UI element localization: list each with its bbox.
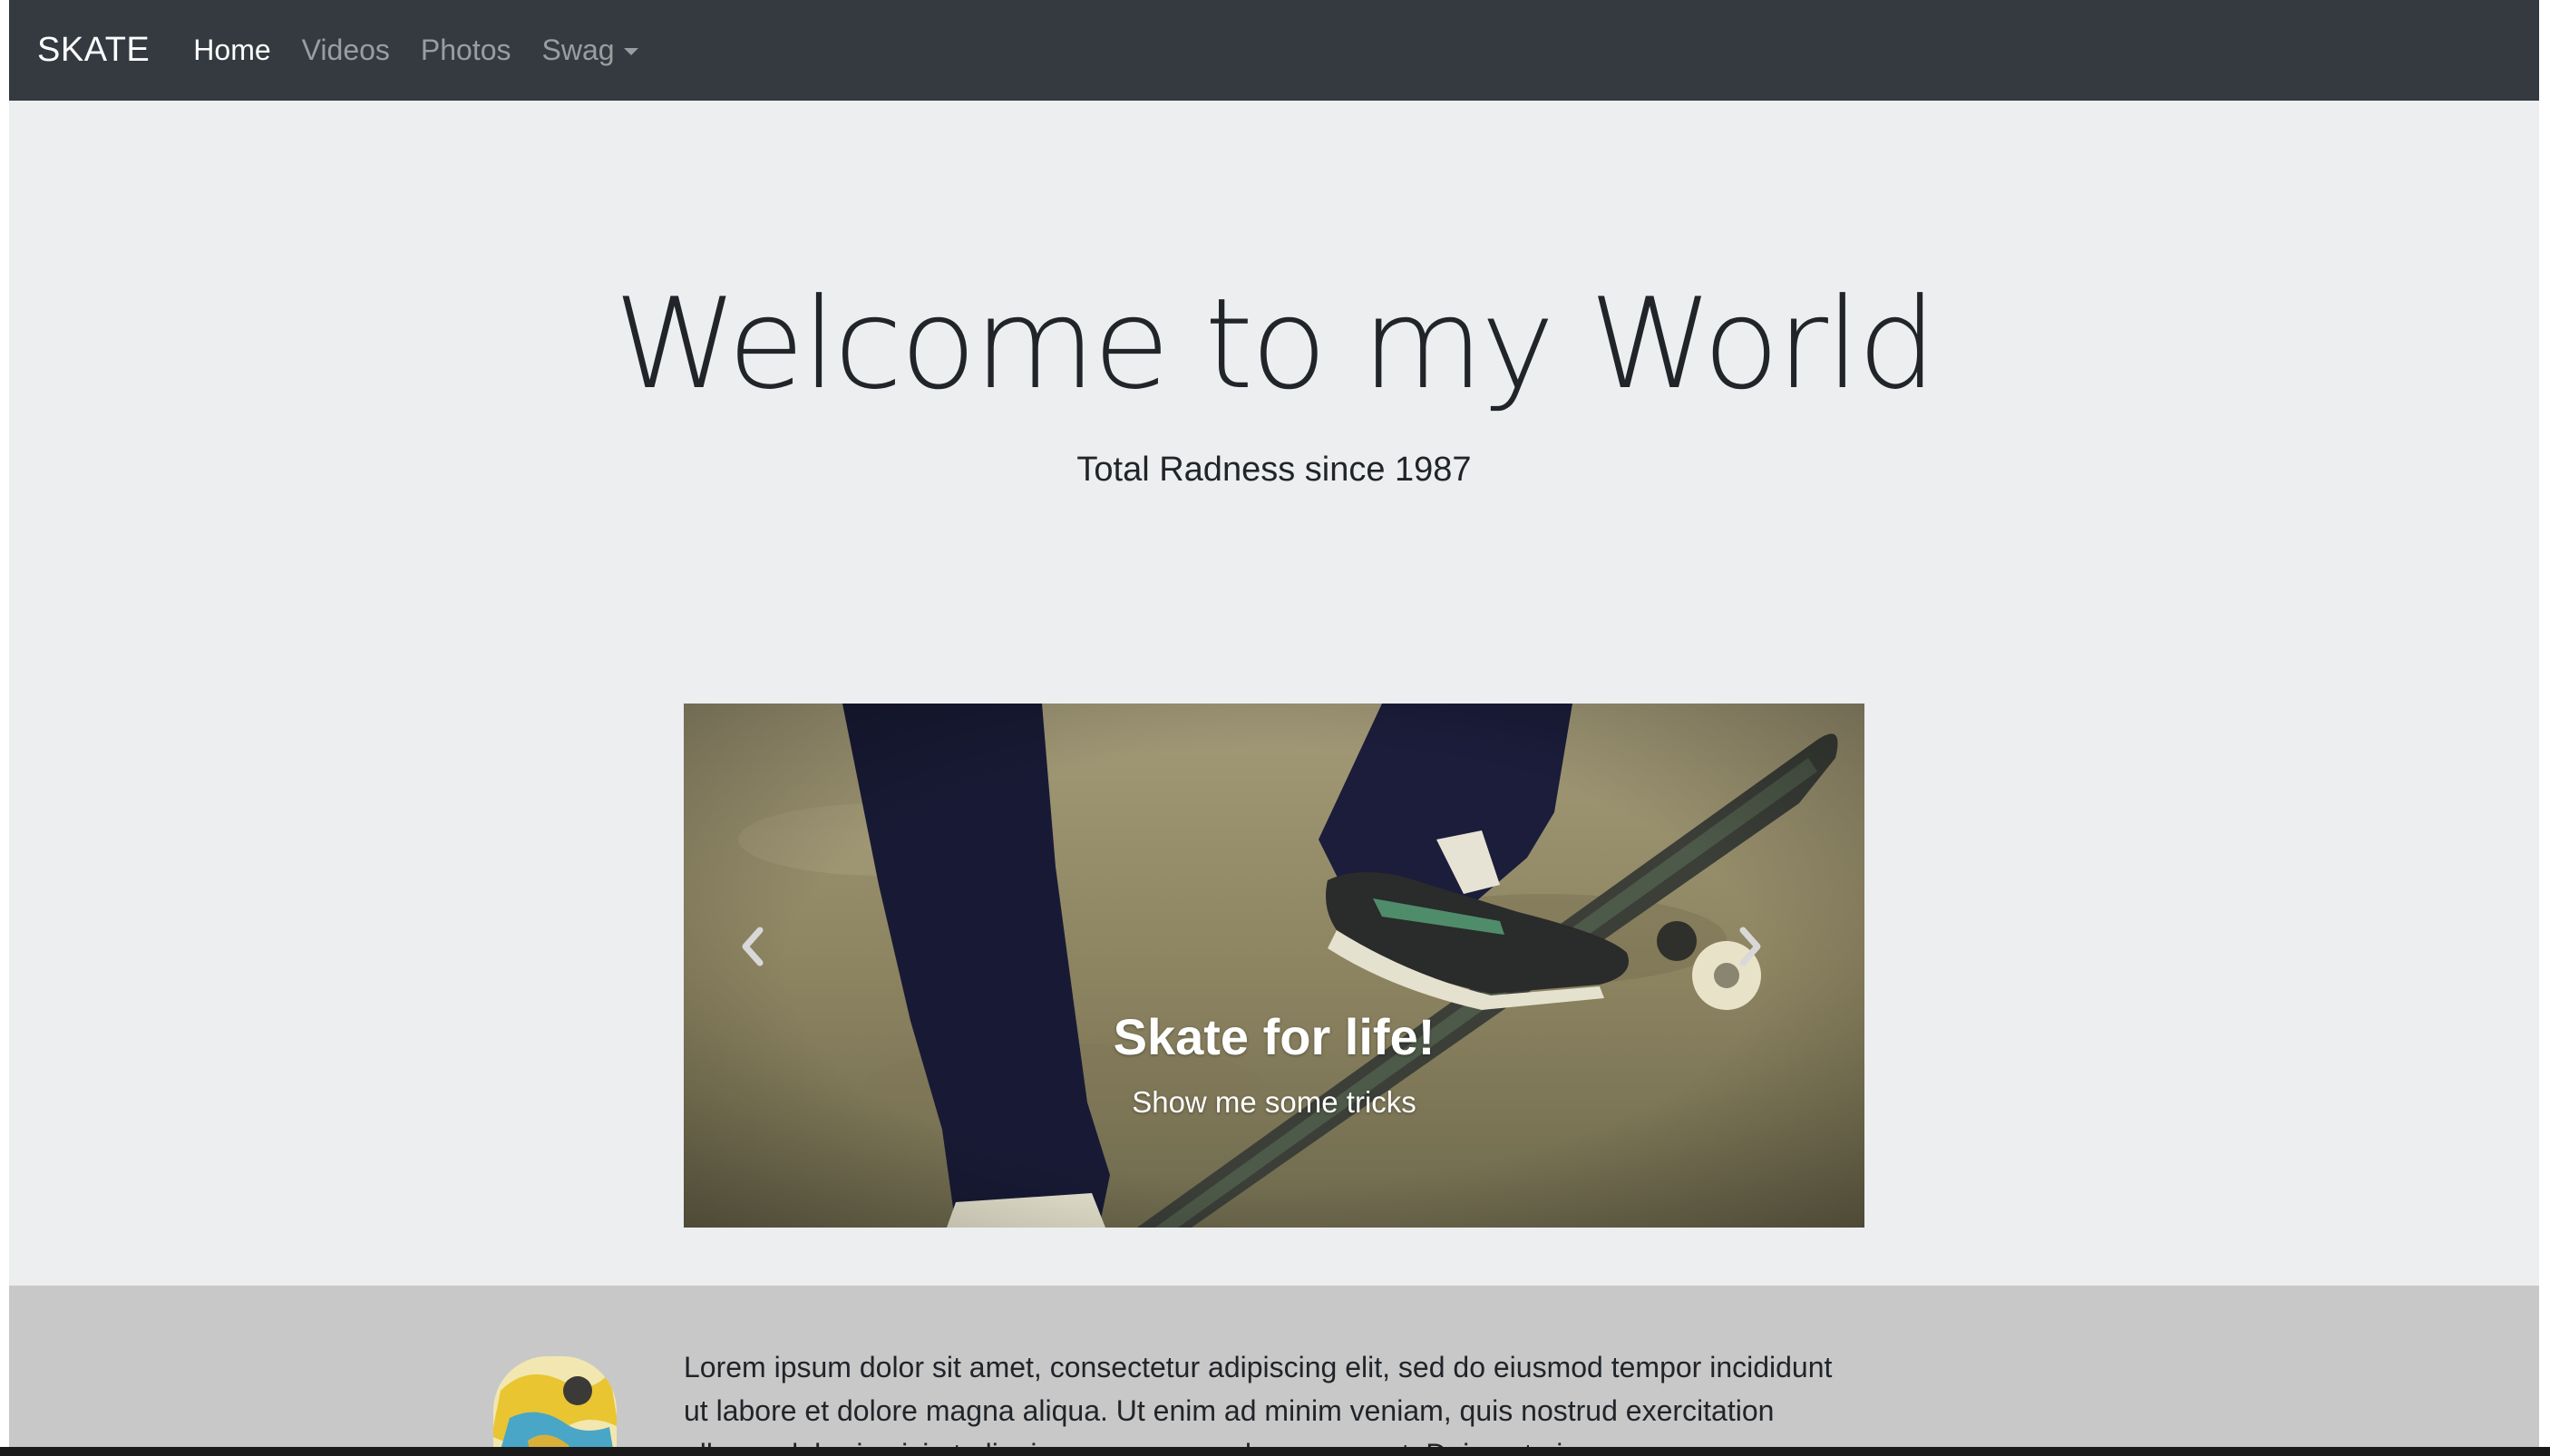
carousel[interactable]: Skate for life! Show me some tricks	[684, 704, 1864, 1228]
navbar-brand[interactable]: SKATE	[37, 31, 150, 70]
nav-item-label: Home	[193, 34, 271, 66]
nav-item-label: Swag	[541, 34, 615, 66]
bottom-strip	[0, 1447, 2550, 1456]
carousel-caption-text: Show me some tricks	[1132, 1085, 1416, 1119]
nav-item-label: Videos	[301, 34, 390, 66]
nav-item-photos[interactable]: Photos	[421, 34, 511, 67]
carousel-prev-button[interactable]	[738, 927, 811, 999]
feature-paragraph: Lorem ipsum dolor sit amet, consectetur …	[684, 1351, 1833, 1456]
page: SKATE Home Videos Photos Swag Welcome to…	[9, 0, 2539, 1456]
caret-down-icon	[623, 47, 638, 55]
page-title: Welcome to my World	[614, 271, 1937, 417]
page-subtitle: Total Radness since 1987	[1076, 451, 1472, 489]
nav-item-videos[interactable]: Videos	[302, 34, 390, 67]
carousel-caption-title: Skate for life!	[1113, 1008, 1436, 1065]
nav-item-swag-dropdown[interactable]: Swag	[542, 34, 638, 67]
skateboard-thumbnail	[493, 1356, 617, 1456]
chevron-right-icon	[1739, 927, 1761, 966]
carousel-slide-image	[684, 704, 1864, 1228]
chevron-left-icon	[742, 927, 764, 966]
nav-item-home[interactable]: Home	[193, 34, 270, 67]
feature-section: Lorem ipsum dolor sit amet, consectetur …	[9, 1286, 2539, 1456]
navbar: SKATE Home Videos Photos Swag	[9, 0, 2539, 101]
carousel-next-button[interactable]	[1737, 927, 1810, 999]
nav-item-label: Photos	[420, 34, 511, 66]
